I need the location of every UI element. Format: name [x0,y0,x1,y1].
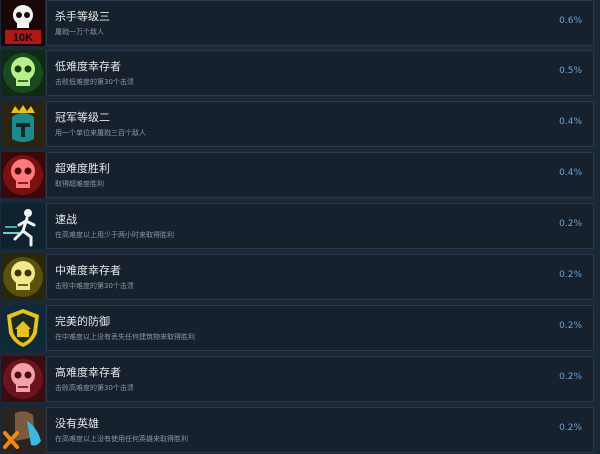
achievement-percent: 0.6% [559,16,582,26]
achievement-title: 完美的防御 [55,315,110,328]
achievement-row[interactable]: 超难度胜利 取得超难度胜利 0.4% [0,152,600,198]
shield-house-icon [1,305,45,351]
achievement-description: 取得超难度胜利 [55,180,104,188]
achievement-title: 杀手等级三 [55,10,110,23]
achievement-panel: 杀手等级三 屠戮一万个敌人 0.6% [46,0,594,46]
achievement-row[interactable]: 高难度幸存者 击败高难度的第30个击溃 0.2% [0,356,600,402]
achievement-row[interactable]: 低难度幸存者 击败低难度的第30个击溃 0.5% [0,50,600,96]
pink-skull-icon [1,356,45,402]
achievement-description: 用一个单位来屠戮三百个敌人 [55,129,146,137]
achievement-panel: 高难度幸存者 击败高难度的第30个击溃 0.2% [46,356,594,402]
achievement-title: 超难度胜利 [55,162,110,175]
achievement-panel: 完美的防御 在中难度以上没有丢失任何建筑物来取得胜利 0.2% [46,305,594,351]
skull-10k-icon: 10K [1,0,45,46]
achievement-panel: 冠军等级二 用一个单位来屠戮三百个敌人 0.4% [46,101,594,147]
achievement-description: 击败低难度的第30个击溃 [55,78,134,86]
achievement-description: 击败中难度的第30个击溃 [55,282,134,290]
achievement-description: 在中难度以上没有丢失任何建筑物来取得胜利 [55,333,195,341]
no-hero-icon [1,407,45,453]
achievement-panel: 没有英雄 在高难度以上没有使用任何英雄来取得胜利 0.2% [46,407,594,453]
achievement-row[interactable]: 速战 在高难度以上用少于两小时来取得胜利 0.2% [0,203,600,249]
achievement-percent: 0.2% [559,423,582,433]
achievement-row[interactable]: 10K 杀手等级三 屠戮一万个敌人 0.6% [0,0,600,46]
achievement-title: 低难度幸存者 [55,60,121,73]
achievement-panel: 速战 在高难度以上用少于两小时来取得胜利 0.2% [46,203,594,249]
achievement-description: 在高难度以上用少于两小时来取得胜利 [55,231,174,239]
achievement-percent: 0.5% [559,66,582,76]
achievement-percent: 0.2% [559,270,582,280]
green-skull-icon [1,50,45,96]
achievement-panel: 中难度幸存者 击败中难度的第30个击溃 0.2% [46,254,594,300]
achievement-list: 10K 杀手等级三 屠戮一万个敌人 0.6% 低难度幸存者 击败低难度的第30个… [0,0,600,454]
achievement-row[interactable]: 没有英雄 在高难度以上没有使用任何英雄来取得胜利 0.2% [0,407,600,453]
achievement-row[interactable]: 完美的防御 在中难度以上没有丢失任何建筑物来取得胜利 0.2% [0,305,600,351]
achievement-percent: 0.4% [559,117,582,127]
achievement-title: 高难度幸存者 [55,366,121,379]
crowned-helmet-icon [1,101,45,147]
achievement-description: 击败高难度的第30个击溃 [55,384,134,392]
achievement-percent: 0.2% [559,321,582,331]
yellow-skull-icon [1,254,45,300]
achievement-percent: 0.4% [559,168,582,178]
achievement-description: 屠戮一万个敌人 [55,28,104,36]
achievement-percent: 0.2% [559,372,582,382]
achievement-description: 在高难度以上没有使用任何英雄来取得胜利 [55,435,188,443]
running-man-icon [1,203,45,249]
achievement-title: 冠军等级二 [55,111,110,124]
achievement-title: 中难度幸存者 [55,264,121,277]
skull-10k-label: 10K [13,32,33,44]
achievement-row[interactable]: 冠军等级二 用一个单位来屠戮三百个敌人 0.4% [0,101,600,147]
red-skull-icon [1,152,45,198]
achievement-title: 没有英雄 [55,417,99,430]
achievement-panel: 低难度幸存者 击败低难度的第30个击溃 0.5% [46,50,594,96]
achievement-row[interactable]: 中难度幸存者 击败中难度的第30个击溃 0.2% [0,254,600,300]
achievement-percent: 0.2% [559,219,582,229]
achievement-title: 速战 [55,213,77,226]
achievement-panel: 超难度胜利 取得超难度胜利 0.4% [46,152,594,198]
